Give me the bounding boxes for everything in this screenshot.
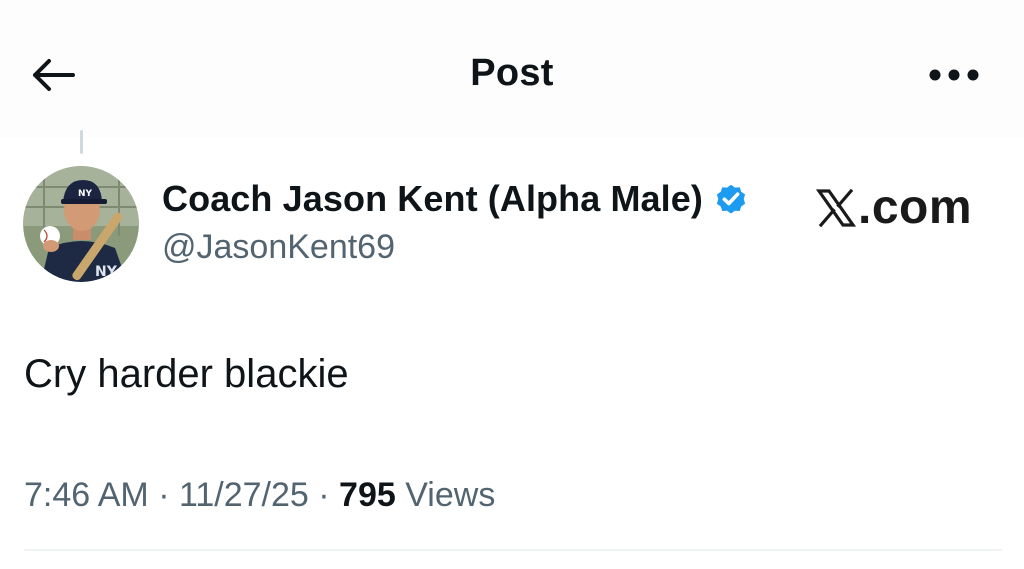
page-title: Post	[470, 52, 554, 94]
post-page: Post NY NY Coach Jason Kent (Alpha Male)…	[0, 0, 1024, 569]
avatar-photo: NY NY	[23, 166, 139, 282]
more-button[interactable]	[924, 55, 984, 95]
more-horizontal-icon	[929, 69, 979, 81]
svg-text:NY: NY	[78, 189, 93, 199]
views-label[interactable]: Views	[405, 476, 495, 514]
post-text: Cry harder blackie	[24, 352, 349, 396]
watermark-text: .com	[858, 181, 973, 234]
display-name[interactable]: Coach Jason Kent (Alpha Male)	[162, 178, 703, 220]
verified-badge-icon	[713, 181, 749, 217]
header-bar: Post	[0, 0, 1024, 138]
meta-separator: ·	[318, 476, 330, 514]
avatar[interactable]: NY NY	[23, 166, 139, 282]
post-time[interactable]: 7:46 AM	[24, 476, 149, 514]
svg-text:NY: NY	[95, 264, 118, 280]
post-date[interactable]: 11/27/25	[179, 476, 309, 514]
post-meta: 7:46 AM · 11/27/25 · 795 Views	[24, 476, 495, 515]
x-logo-icon	[816, 188, 856, 228]
author-name-row[interactable]: Coach Jason Kent (Alpha Male)	[162, 178, 749, 220]
x-com-watermark: .com	[816, 180, 972, 235]
meta-separator: ·	[158, 476, 170, 514]
user-handle[interactable]: @JasonKent69	[162, 228, 395, 267]
views-count[interactable]: 795	[339, 476, 396, 514]
divider	[24, 549, 1002, 551]
thread-connector-line	[80, 130, 83, 154]
